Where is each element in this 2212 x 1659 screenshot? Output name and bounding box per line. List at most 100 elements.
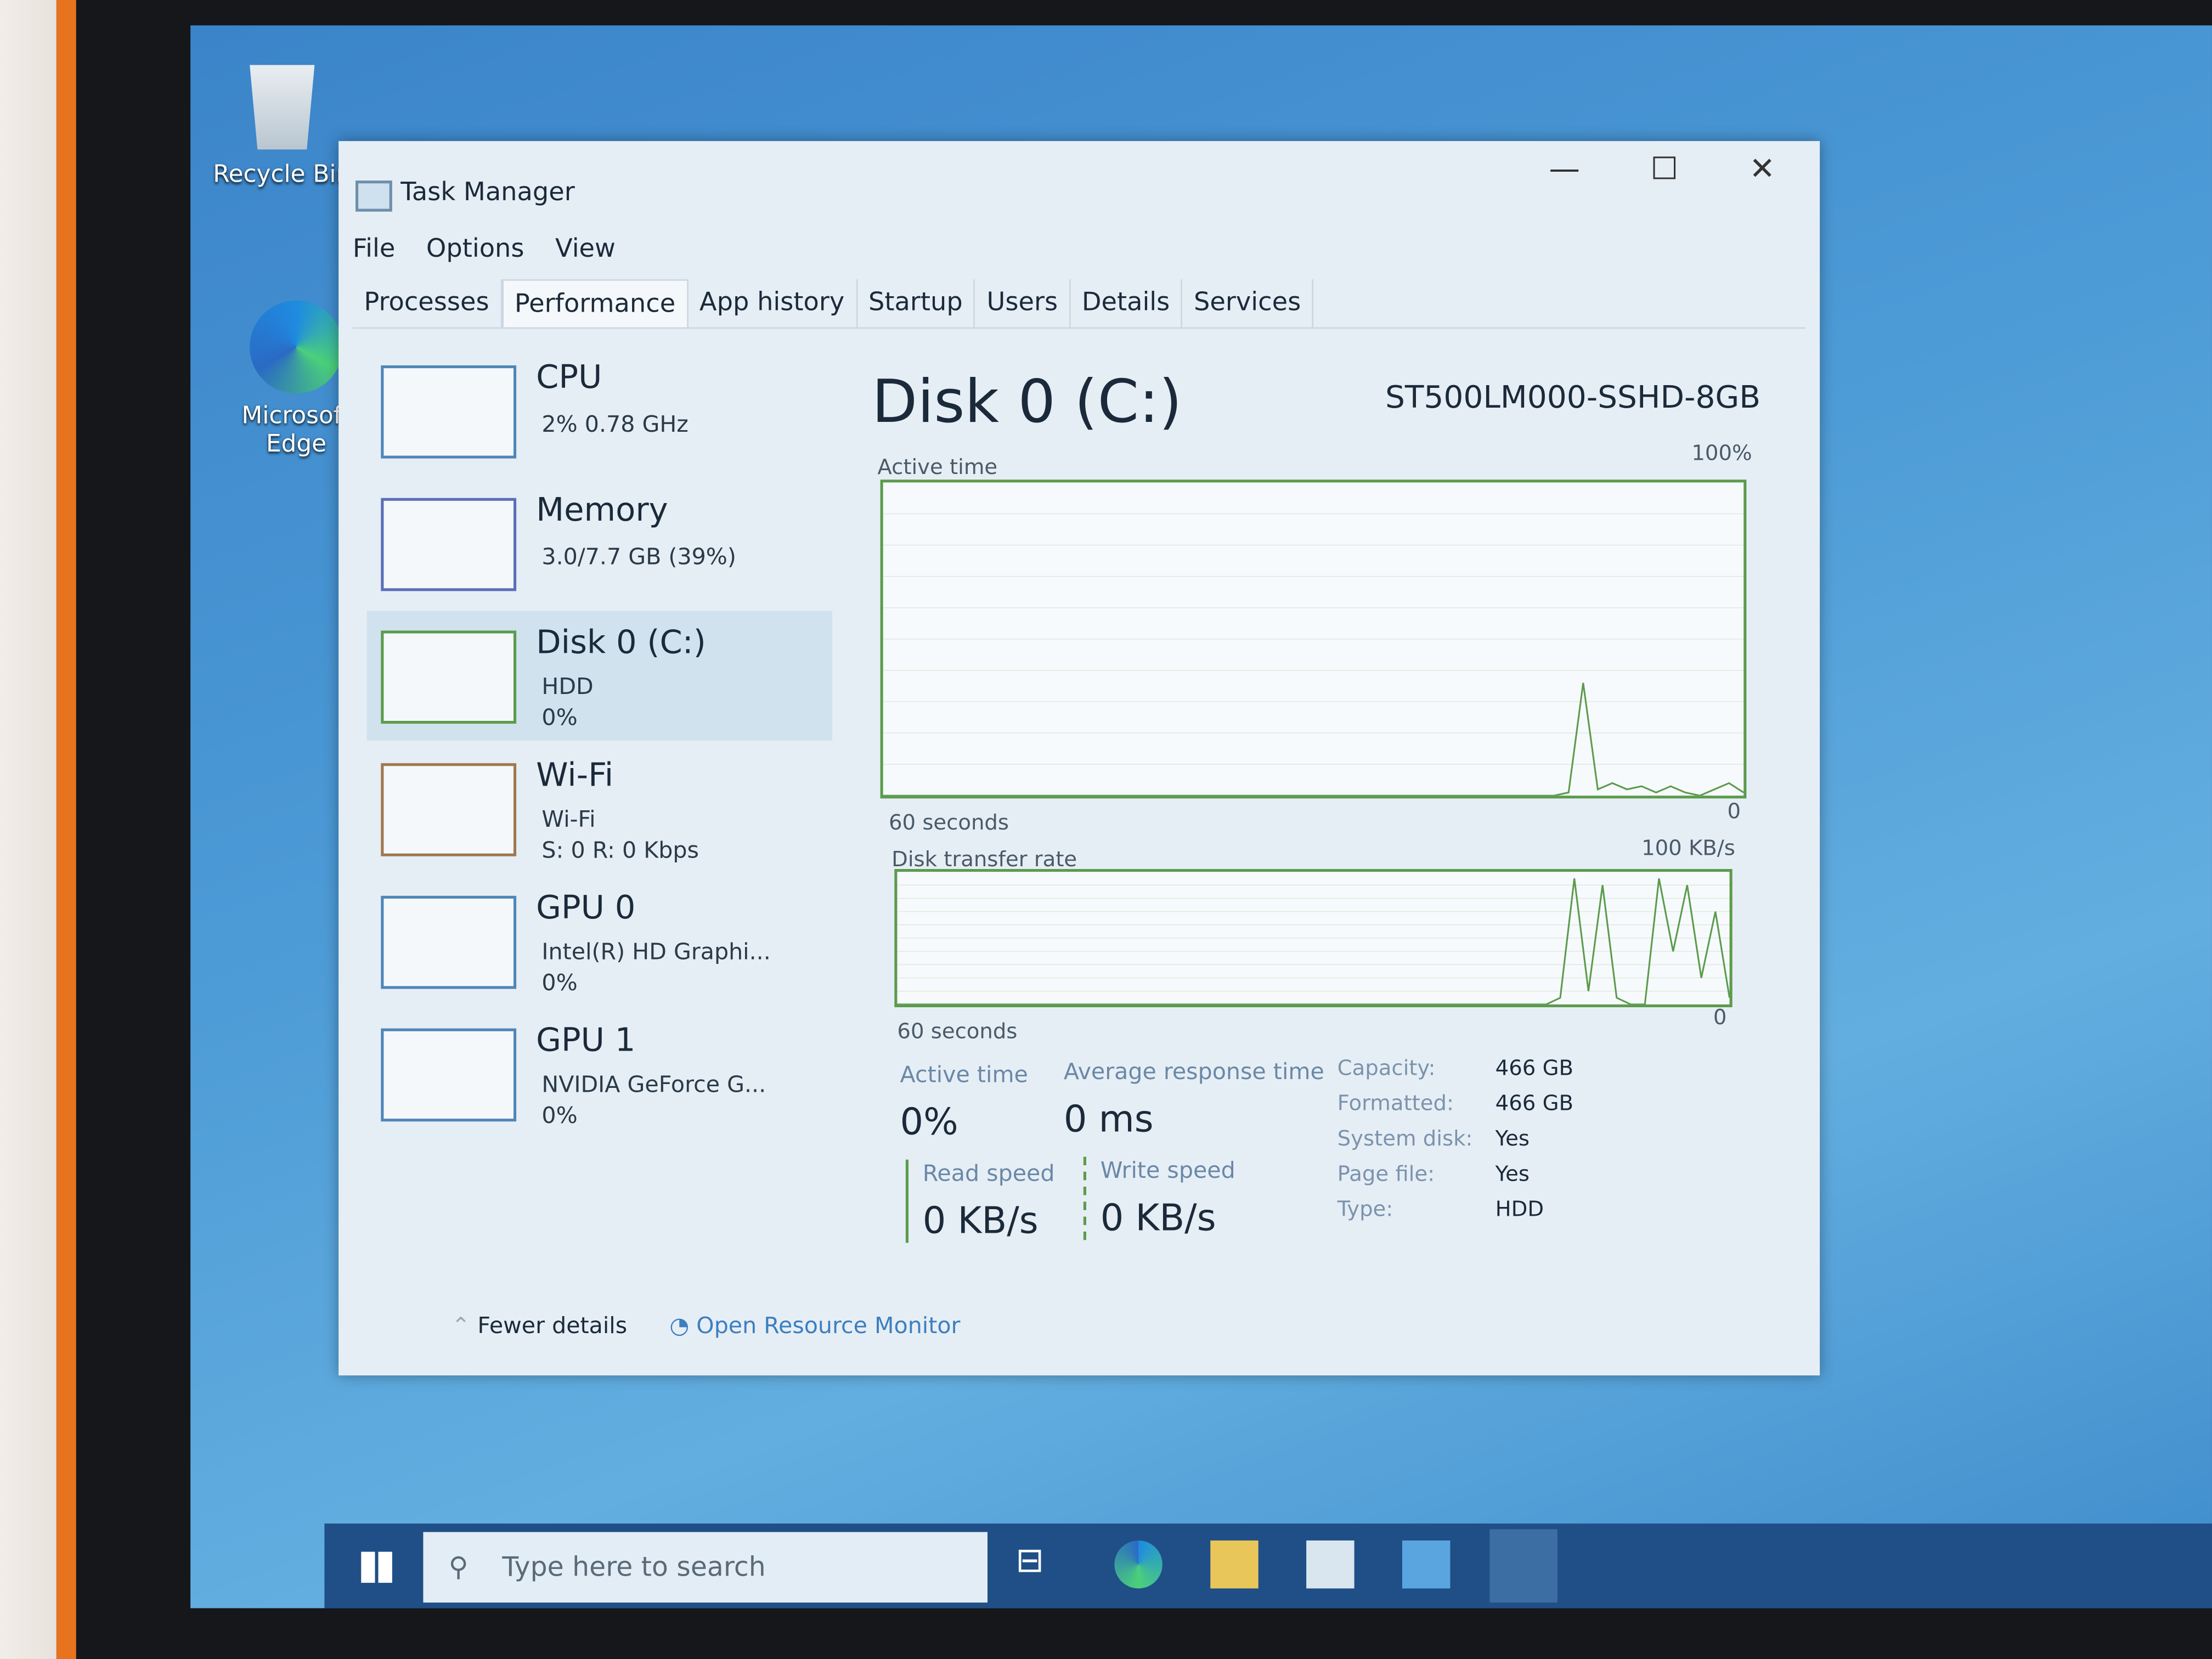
- stat-label: Average response time: [1063, 1058, 1324, 1085]
- graph1-max: 100%: [1691, 440, 1752, 466]
- close-button[interactable]: ✕: [1750, 153, 1775, 188]
- task-view-icon[interactable]: ⊟: [1015, 1541, 1063, 1588]
- stat-write-speed: Write speed 0 KB/s: [1083, 1156, 1235, 1240]
- tab-processes[interactable]: Processes: [353, 279, 502, 328]
- graph2-min: 0: [1713, 1004, 1727, 1030]
- menu-bar: File Options View: [353, 234, 616, 264]
- tab-services[interactable]: Services: [1182, 279, 1314, 328]
- task-manager-taskbar-icon[interactable]: [1489, 1529, 1558, 1603]
- prop-key: Formatted:: [1337, 1090, 1454, 1116]
- resource-usage: 0%: [541, 969, 578, 996]
- menu-file[interactable]: File: [353, 234, 395, 264]
- taskbar-search[interactable]: ⚲ Type here to search: [423, 1532, 988, 1603]
- tab-performance[interactable]: Performance: [501, 279, 689, 328]
- task-manager-window: Task Manager — ☐ ✕ File Options View Pro…: [338, 141, 1820, 1376]
- prop-key: Page file:: [1337, 1161, 1435, 1187]
- resource-detail: NVIDIA GeForce G...: [541, 1070, 766, 1098]
- footer: ⌃ Fewer details ◔ Open Resource Monitor: [452, 1312, 961, 1339]
- prop-value: 466 GB: [1495, 1055, 1573, 1081]
- resource-detail: 2% 0.78 GHz: [541, 410, 689, 438]
- prop-key: Capacity:: [1337, 1055, 1436, 1081]
- gpu1-thumbnail-graph: [381, 1028, 517, 1122]
- title-bar[interactable]: Task Manager — ☐ ✕: [338, 141, 1820, 223]
- stat-avg-response: Average response time 0 ms: [1064, 1058, 1324, 1142]
- resource-usage: 0%: [541, 1102, 578, 1129]
- edge-taskbar-icon[interactable]: [1114, 1540, 1163, 1589]
- disk-model: ST500LM000-SSHD-8GB: [1385, 381, 1761, 416]
- store-icon[interactable]: [1306, 1540, 1355, 1589]
- prop-page-file: Page file: Yes: [1338, 1161, 1573, 1196]
- menu-options[interactable]: Options: [426, 234, 524, 264]
- tab-bar: Processes Performance App history Startu…: [352, 279, 1806, 329]
- prop-type: Type: HDD: [1338, 1197, 1573, 1232]
- stat-label: Write speed: [1100, 1156, 1235, 1184]
- minimize-button[interactable]: —: [1549, 153, 1580, 188]
- search-placeholder: Type here to search: [502, 1551, 766, 1583]
- task-manager-icon: [355, 180, 392, 212]
- prop-key: Type:: [1337, 1196, 1393, 1222]
- mail-icon[interactable]: [1402, 1540, 1451, 1589]
- memory-thumbnail-graph: [381, 498, 517, 591]
- menu-view[interactable]: View: [555, 234, 616, 264]
- prop-system-disk: System disk: Yes: [1338, 1126, 1573, 1161]
- maximize-button[interactable]: ☐: [1651, 153, 1679, 188]
- graph1-min: 0: [1727, 798, 1741, 824]
- stat-active-time: Active time 0%: [900, 1061, 1028, 1144]
- stat-value: 0%: [900, 1102, 958, 1144]
- resource-name: GPU 0: [536, 890, 636, 927]
- graph2-label: Disk transfer rate: [891, 846, 1077, 872]
- laptop-edge: [56, 0, 76, 1659]
- tab-startup[interactable]: Startup: [857, 279, 975, 328]
- resource-detail: 3.0/7.7 GB (39%): [541, 543, 736, 570]
- detail-title: Disk 0 (C:): [872, 366, 1182, 436]
- graph2-time: 60 seconds: [897, 1018, 1018, 1044]
- stat-value: 0 ms: [1063, 1099, 1154, 1142]
- wall: [0, 0, 57, 1659]
- tab-app-history[interactable]: App history: [688, 279, 857, 328]
- resource-detail: Wi-Fi: [541, 805, 596, 833]
- start-button[interactable]: [361, 1551, 392, 1583]
- edge-icon: [250, 300, 343, 394]
- prop-formatted: Formatted: 466 GB: [1338, 1091, 1573, 1126]
- resource-cpu[interactable]: CPU 2% 0.78 GHz: [367, 346, 833, 476]
- desktop-icon-label: Recycle Bin: [213, 161, 352, 189]
- resource-usage: 0%: [541, 704, 578, 731]
- graph1-time: 60 seconds: [888, 809, 1009, 836]
- resource-name: CPU: [536, 359, 602, 397]
- graph2-max: 100 KB/s: [1641, 835, 1735, 861]
- fewer-details-button[interactable]: ⌃ Fewer details: [452, 1312, 627, 1339]
- file-explorer-icon[interactable]: [1210, 1540, 1259, 1589]
- resource-monitor-label: Open Resource Monitor: [696, 1312, 961, 1339]
- resource-gpu-0[interactable]: GPU 0 Intel(R) HD Graphi... 0%: [367, 876, 833, 1006]
- prop-key: System disk:: [1337, 1125, 1473, 1152]
- resource-disk-0[interactable]: Disk 0 (C:) HDD 0%: [366, 611, 833, 741]
- resource-detail: Intel(R) HD Graphi...: [541, 938, 771, 965]
- fewer-details-label: Fewer details: [477, 1312, 628, 1339]
- tab-users[interactable]: Users: [975, 279, 1071, 328]
- resource-name: Memory: [536, 492, 668, 529]
- stat-value: 0 KB/s: [1100, 1198, 1216, 1240]
- resource-list: CPU 2% 0.78 GHz Memory 3.0/7.7 GB (39%) Di…: [366, 346, 833, 1141]
- prop-capacity: Capacity: 466 GB: [1338, 1055, 1573, 1090]
- active-time-graph: [880, 479, 1747, 799]
- search-icon: ⚲: [448, 1551, 469, 1583]
- tab-details[interactable]: Details: [1070, 279, 1183, 328]
- chevron-up-icon: ⌃: [451, 1312, 478, 1339]
- disk-thumbnail-graph: [381, 630, 517, 724]
- resource-monitor-icon: ◔: [669, 1312, 697, 1339]
- disk-properties: Capacity: 466 GB Formatted: 466 GB System …: [1338, 1055, 1573, 1231]
- recycle-bin-icon: [250, 65, 315, 150]
- stat-label: Read speed: [922, 1159, 1055, 1187]
- series-line: [883, 682, 1744, 796]
- resource-detail: HDD: [541, 673, 594, 700]
- resource-gpu-1[interactable]: GPU 1 NVIDIA GeForce G... 0%: [367, 1009, 833, 1139]
- stat-label: Active time: [900, 1060, 1028, 1088]
- resource-wifi[interactable]: Wi-Fi Wi-Fi S: 0 R: 0 Kbps: [367, 743, 833, 873]
- resource-memory[interactable]: Memory 3.0/7.7 GB (39%): [367, 478, 833, 608]
- open-resource-monitor-link[interactable]: ◔ Open Resource Monitor: [669, 1312, 960, 1339]
- desktop-icon-recycle-bin[interactable]: Recycle Bin: [205, 65, 360, 189]
- prop-value: 466 GB: [1495, 1090, 1573, 1116]
- window-title: Task Manager: [400, 177, 575, 207]
- stat-value: 0 KB/s: [922, 1200, 1039, 1243]
- prop-value: Yes: [1495, 1125, 1530, 1152]
